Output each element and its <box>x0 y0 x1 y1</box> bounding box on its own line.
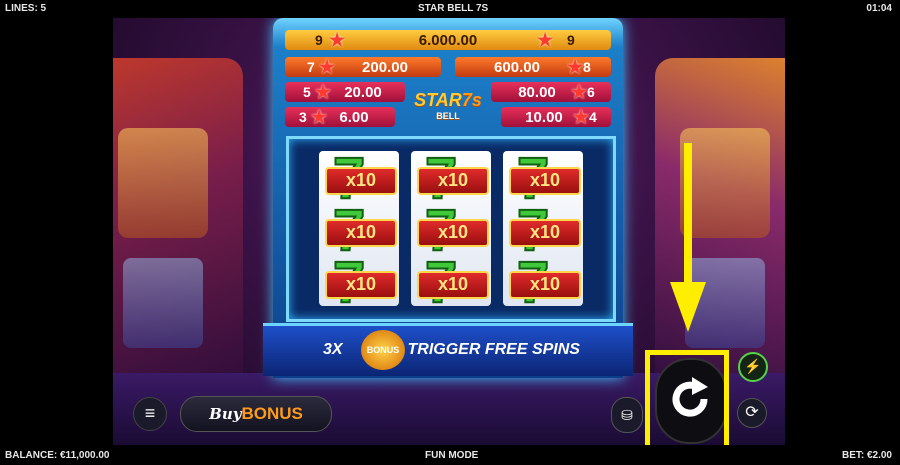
star-icon: ★ <box>573 107 590 127</box>
multiplier-badge: x10 <box>325 271 397 299</box>
paytable-row-left: 3 ★ 6.00 <box>285 107 395 127</box>
highlight-arrow-head <box>670 282 706 332</box>
paytable-count: 4 <box>589 109 597 125</box>
paytable-count: 9 <box>567 32 575 48</box>
star-icon: ★ <box>567 57 584 77</box>
paytable-top-row: 9 ★ 6.000.00 ★ 9 <box>285 30 611 50</box>
reel-window: 7x10 7x10 7x10 7x10 7x10 7x10 7x10 7x10 … <box>286 136 616 322</box>
multiplier-badge: x10 <box>417 219 489 247</box>
paytable-value: 20.00 <box>344 84 382 101</box>
paytable-row-right: 80.00 ★ 6 <box>491 82 611 102</box>
hamburger-icon: ≡ <box>144 403 156 423</box>
bet-label: BET: €2.00 <box>841 450 892 461</box>
paytable-value: 6.00 <box>339 109 369 126</box>
turbo-button[interactable]: ⚡ <box>738 352 768 382</box>
top-status-bar: LINES: 5 STAR BELL 7S 01:04 <box>0 0 900 18</box>
paytable-row-right: 600.00 ★ 8 <box>455 57 611 77</box>
bonus-label: BONUS <box>241 404 303 423</box>
paytable: 9 ★ 6.000.00 ★ 9 7 ★ 200.00 5 ★ 20.00 3 … <box>285 28 611 136</box>
star-icon: ★ <box>537 30 554 50</box>
multiplier-badge: x10 <box>509 271 581 299</box>
paytable-count: 6 <box>587 84 595 100</box>
multiplier-badge: x10 <box>509 219 581 247</box>
paytable-count: 8 <box>583 59 591 75</box>
game-logo: STAR7s BELL <box>410 90 486 134</box>
menu-button[interactable]: ≡ <box>133 397 167 431</box>
multiplier-badge: x10 <box>325 219 397 247</box>
mode-label: FUN MODE <box>425 450 479 461</box>
background-slot-machine-right <box>655 58 785 398</box>
bet-stack-button[interactable]: ⛁ <box>611 397 643 433</box>
bottom-status-bar: BALANCE: €11,000.00 FUN MODE BET: €2.00 <box>0 445 900 465</box>
coin-stack-icon: ⛁ <box>621 407 633 423</box>
logo-text: STAR <box>414 90 462 110</box>
trigger-label: TRIGGER FREE SPINS <box>407 341 580 358</box>
logo-mark: 7s <box>461 90 482 110</box>
multiplier-badge: x10 <box>509 167 581 195</box>
star-icon: ★ <box>571 82 588 102</box>
buy-label: Buy <box>209 405 242 423</box>
background-slot-machine-left <box>113 58 243 398</box>
autoplay-button[interactable]: ⟳ <box>737 398 767 428</box>
highlight-arrow-shaft <box>684 143 692 283</box>
spin-highlight-box <box>645 350 729 450</box>
seven-symbol: 7x10 <box>323 253 397 313</box>
seven-symbol: 7x10 <box>507 253 581 313</box>
trigger-prefix: 3X <box>323 341 343 358</box>
bonus-symbol-icon: BONUS <box>361 330 405 370</box>
reel-3: 7x10 7x10 7x10 <box>503 149 583 313</box>
multiplier-badge: x10 <box>325 167 397 195</box>
balance-label: BALANCE: €11,000.00 <box>5 450 110 461</box>
multiplier-badge: x10 <box>417 271 489 299</box>
logo-subtext: BELL <box>436 111 460 121</box>
autoplay-icon: ⟳ <box>745 404 759 421</box>
clock: 01:04 <box>866 3 892 14</box>
paytable-row-right: 10.00 ★ 4 <box>501 107 611 127</box>
lightning-icon: ⚡ <box>744 358 762 374</box>
multiplier-badge: x10 <box>417 167 489 195</box>
reel-2: 7x10 7x10 7x10 <box>411 149 491 313</box>
free-spins-trigger-banner: 3X TRIGGER FREE SPINS <box>263 323 633 376</box>
reel-1: 7x10 7x10 7x10 <box>319 149 399 313</box>
paytable-value: 6.000.00 <box>418 32 478 49</box>
paytable-row-left: 7 ★ 200.00 <box>285 57 441 77</box>
game-title: STAR BELL 7S <box>418 3 489 14</box>
buy-bonus-button[interactable]: BuyBONUS <box>180 396 332 432</box>
seven-symbol: 7x10 <box>415 253 489 313</box>
lines-label: LINES: 5 <box>5 3 47 14</box>
paytable-row-left: 5 ★ 20.00 <box>285 82 405 102</box>
